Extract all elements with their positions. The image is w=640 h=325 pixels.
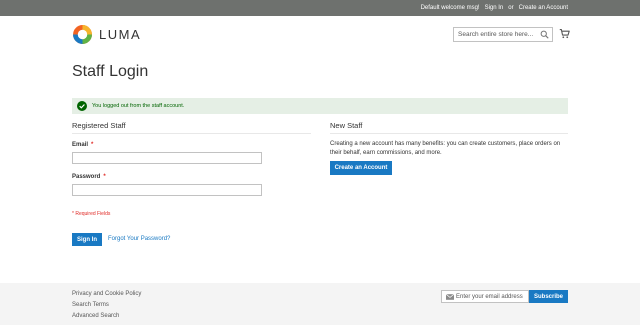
- required-mark: *: [91, 142, 94, 148]
- subscribe-button[interactable]: Subscribe: [529, 290, 568, 303]
- envelope-icon: [446, 294, 454, 300]
- password-field[interactable]: [72, 184, 262, 196]
- luma-logo-icon: [73, 25, 92, 44]
- page-title: Staff Login: [72, 63, 149, 80]
- create-account-button[interactable]: Create an Account: [330, 161, 392, 175]
- password-label-text: Password: [72, 174, 101, 180]
- create-account-link[interactable]: Create an Account: [519, 5, 568, 11]
- footer-link-privacy[interactable]: Privacy and Cookie Policy: [72, 291, 141, 297]
- email-field[interactable]: [72, 152, 262, 164]
- password-label: Password *: [72, 174, 106, 180]
- store-logo[interactable]: LUMA: [72, 24, 141, 45]
- required-fields-note: * Required Fields: [72, 211, 111, 217]
- sign-in-button[interactable]: Sign In: [72, 233, 102, 246]
- email-label: Email *: [72, 142, 93, 148]
- logo-wordmark: LUMA: [99, 27, 142, 42]
- newsletter-placeholder: Enter your email address: [456, 294, 523, 300]
- or-text: or: [508, 5, 514, 11]
- top-links: Default welcome msg! Sign In or Create a…: [421, 0, 568, 16]
- check-circle-icon: [77, 101, 87, 111]
- sign-in-link[interactable]: Sign In: [485, 5, 504, 11]
- new-staff-description: Creating a new account has many benefits…: [330, 141, 561, 156]
- newsletter-email-field[interactable]: Enter your email address: [441, 290, 529, 303]
- required-mark: *: [103, 174, 106, 180]
- top-bar: Default welcome msg! Sign In or Create a…: [0, 0, 640, 16]
- search-placeholder: Search entire store here...: [458, 31, 534, 38]
- search-input[interactable]: Search entire store here...: [453, 27, 553, 42]
- message-text: You logged out from the staff account.: [92, 103, 185, 109]
- cart-icon[interactable]: [559, 28, 570, 39]
- footer-link-search-terms[interactable]: Search Terms: [72, 302, 109, 308]
- footer-link-advanced-search[interactable]: Advanced Search: [72, 313, 119, 319]
- divider: [330, 133, 568, 134]
- new-staff-title: New Staff: [330, 121, 363, 130]
- divider: [72, 133, 311, 134]
- forgot-password-link[interactable]: Forgot Your Password?: [108, 236, 170, 242]
- search-icon[interactable]: [540, 30, 549, 39]
- registered-staff-title: Registered Staff: [72, 121, 126, 130]
- success-message: You logged out from the staff account.: [72, 98, 568, 114]
- email-label-text: Email: [72, 142, 89, 148]
- welcome-message: Default welcome msg!: [420, 5, 480, 11]
